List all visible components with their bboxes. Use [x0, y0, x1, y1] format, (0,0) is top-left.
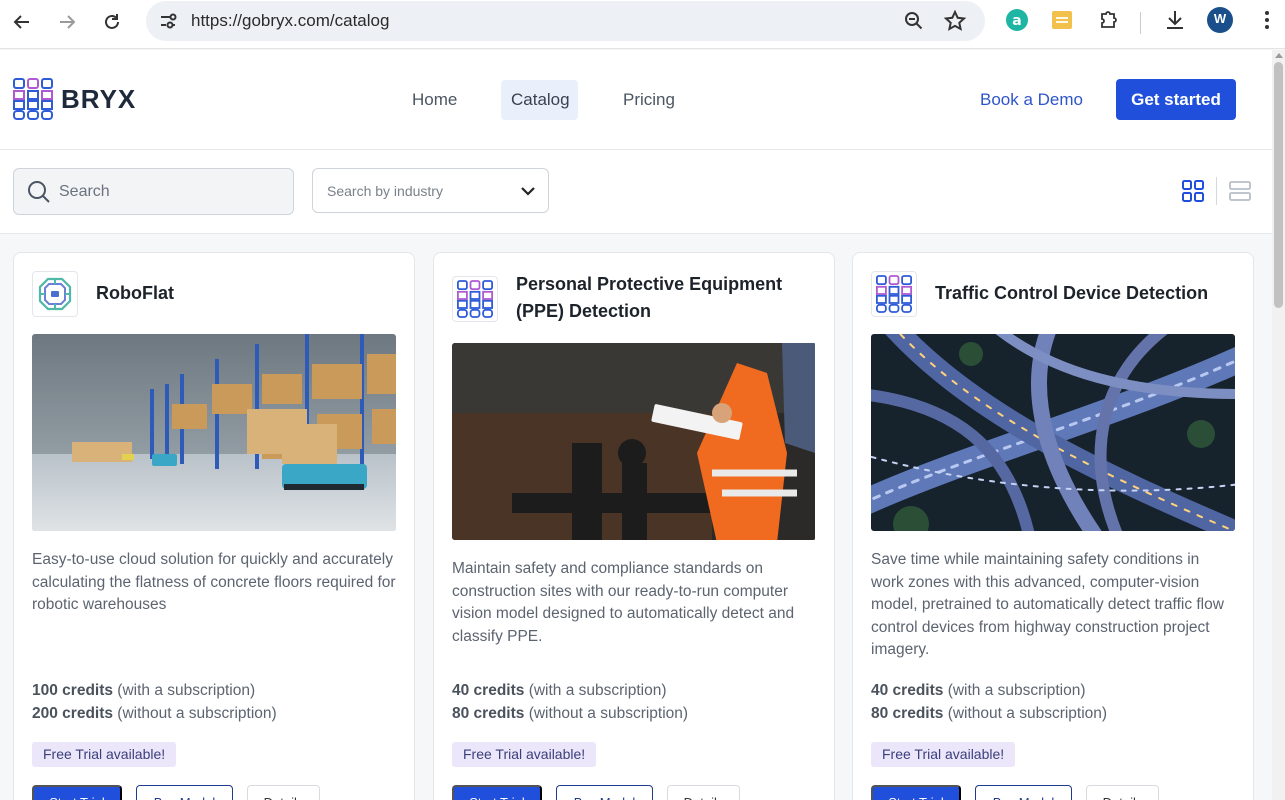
kebab-menu-icon[interactable] — [1254, 7, 1280, 33]
card-title[interactable]: RoboFlat — [96, 280, 174, 307]
credits-without-label: (without a subscription) — [113, 705, 277, 722]
zoom-icon[interactable] — [902, 9, 926, 33]
ppe-product-icon — [452, 276, 498, 322]
search-input[interactable] — [59, 180, 279, 204]
details-button[interactable]: Details — [1086, 785, 1159, 800]
chevron-down-icon — [521, 187, 535, 196]
extension-a-icon[interactable]: a — [1004, 7, 1030, 33]
profile-avatar[interactable]: W — [1207, 7, 1233, 33]
industry-select[interactable]: Search by industry — [312, 168, 549, 213]
buy-model-button[interactable]: Buy Model — [975, 785, 1072, 800]
card-credits: 40 credits (with a subscription) 80 cred… — [871, 679, 1107, 725]
list-view-icon[interactable] — [1229, 180, 1251, 202]
start-trial-button[interactable]: Start Trial — [871, 785, 961, 800]
card-description: Save time while maintaining safety condi… — [871, 551, 1224, 658]
extension-sheet-icon[interactable] — [1049, 7, 1075, 33]
site-header: BRYX Home Catalog Pricing Book a Demo Ge… — [0, 50, 1272, 150]
credits-with-value: 40 credits — [871, 682, 944, 699]
card-description: Maintain safety and compliance standards… — [452, 560, 795, 645]
site-settings-icon[interactable] — [156, 9, 180, 33]
puzzle-icon[interactable] — [1095, 7, 1121, 33]
nav-catalog[interactable]: Catalog — [501, 80, 578, 120]
product-card-roboflat[interactable]: RoboFlat Easy-to-use cloud solution for … — [13, 252, 415, 800]
card-title[interactable]: Traffic Control Device Detection — [935, 280, 1208, 307]
logo-text: BRYX — [61, 83, 137, 114]
download-icon[interactable] — [1162, 7, 1188, 33]
start-trial-button[interactable]: Start Trial — [32, 785, 122, 800]
bryx-logo[interactable]: BRYX — [13, 78, 136, 120]
credits-with-label: (with a subscription) — [113, 682, 256, 699]
page-scrollbar[interactable] — [1272, 50, 1285, 800]
search-box[interactable] — [13, 168, 294, 215]
buy-model-button[interactable]: Buy Model — [136, 785, 233, 800]
card-title[interactable]: Personal Protective Equipment (PPE) Dete… — [516, 271, 782, 325]
details-button[interactable]: Details — [667, 785, 740, 800]
credits-with-value: 40 credits — [452, 682, 525, 699]
industry-select-placeholder: Search by industry — [327, 183, 443, 199]
product-card-ppe-detection[interactable]: Personal Protective Equipment (PPE) Dete… — [433, 252, 835, 800]
product-card-traffic-control[interactable]: Traffic Control Device Detection Save ti… — [852, 252, 1254, 800]
nav-home[interactable]: Home — [402, 80, 467, 120]
search-icon — [28, 181, 50, 203]
highway-interchange-image — [871, 334, 1235, 531]
address-bar[interactable]: https://gobryx.com/catalog — [146, 1, 985, 41]
view-toggle-divider — [1216, 177, 1217, 205]
construction-worker-image — [452, 343, 816, 540]
card-credits: 100 credits (with a subscription) 200 cr… — [32, 679, 277, 725]
card-title-line-2: (PPE) Detection — [516, 301, 652, 321]
credits-without-value: 80 credits — [452, 705, 525, 722]
buy-model-button[interactable]: Buy Model — [556, 785, 653, 800]
card-credits: 40 credits (with a subscription) 80 cred… — [452, 679, 688, 725]
start-trial-button[interactable]: Start Trial — [452, 785, 542, 800]
credits-without-value: 200 credits — [32, 705, 113, 722]
profile-initial: W — [1213, 11, 1227, 26]
star-icon[interactable] — [943, 9, 967, 33]
url-text: https://gobryx.com/catalog — [191, 11, 390, 30]
card-title-line-1: Personal Protective Equipment — [516, 274, 783, 294]
card-description: Easy-to-use cloud solution for quickly a… — [32, 551, 396, 613]
book-demo-link[interactable]: Book a Demo — [980, 80, 1083, 120]
credits-with-label: (with a subscription) — [524, 682, 667, 699]
browser-toolbar: https://gobryx.com/catalog a W — [0, 0, 1285, 49]
nav-pricing[interactable]: Pricing — [613, 80, 685, 120]
reload-icon[interactable] — [98, 8, 126, 36]
credits-without-label: (without a subscription) — [943, 705, 1108, 722]
roboflat-product-icon — [32, 271, 78, 317]
credits-with-label: (with a subscription) — [943, 682, 1086, 699]
traffic-product-icon — [871, 271, 917, 317]
details-button[interactable]: Details — [247, 785, 320, 800]
credits-without-value: 80 credits — [871, 705, 944, 722]
svg-text:a: a — [1012, 13, 1021, 29]
bryx-logo-icon — [13, 78, 53, 120]
forward-arrow-icon[interactable] — [53, 8, 81, 36]
toolbar-divider — [1140, 12, 1141, 34]
filter-bar: Search by industry — [0, 150, 1272, 234]
warehouse-robot-image — [32, 334, 396, 531]
back-arrow-icon[interactable] — [8, 8, 36, 36]
get-started-button[interactable]: Get started — [1116, 79, 1236, 120]
free-trial-badge: Free Trial available! — [452, 742, 597, 767]
grid-view-icon[interactable] — [1182, 180, 1204, 202]
free-trial-badge: Free Trial available! — [32, 742, 177, 767]
credits-without-label: (without a subscription) — [524, 705, 689, 722]
free-trial-badge: Free Trial available! — [871, 742, 1016, 767]
scroll-up-arrow-icon[interactable] — [1275, 53, 1283, 58]
credits-with-value: 100 credits — [32, 682, 113, 699]
scroll-thumb[interactable] — [1274, 62, 1283, 308]
